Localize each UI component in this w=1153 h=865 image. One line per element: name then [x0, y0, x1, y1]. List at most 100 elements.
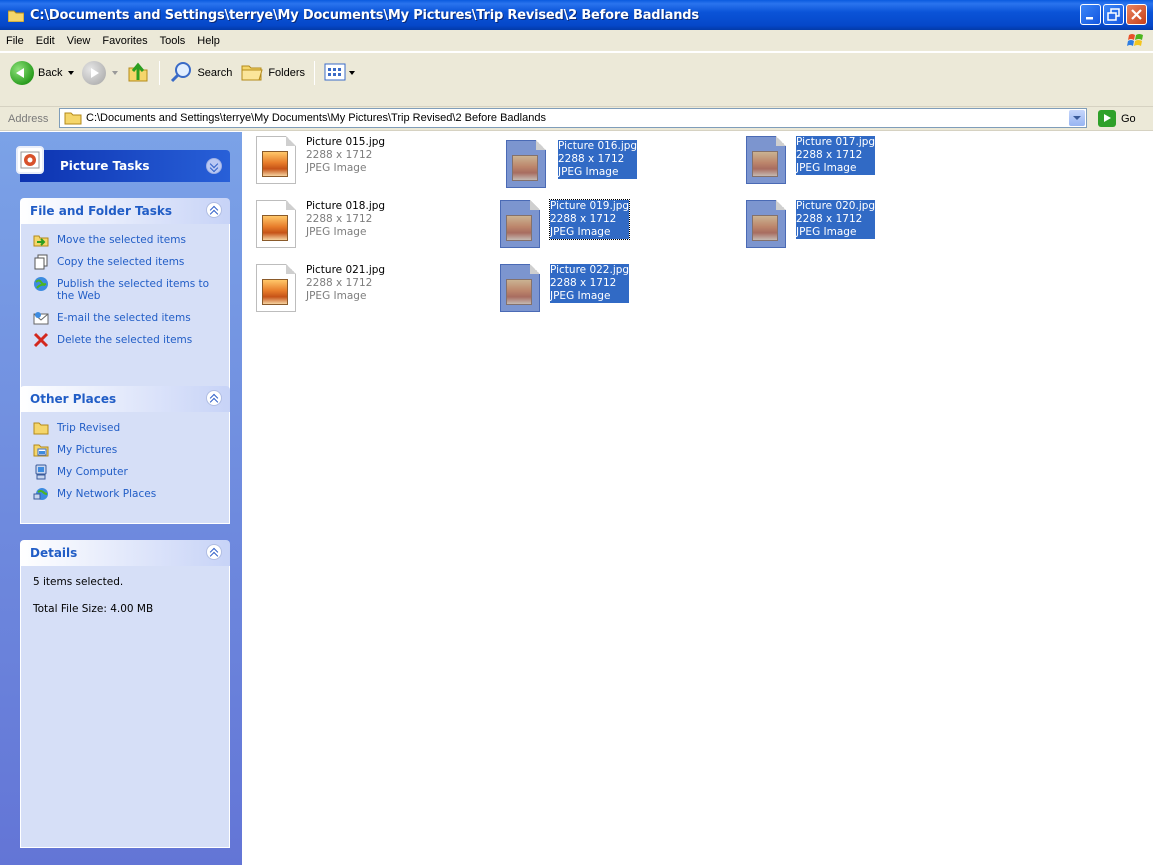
back-button[interactable]: Back: [6, 59, 78, 87]
forward-arrow-icon: [82, 61, 107, 85]
my-network-places-label: My Network Places: [57, 488, 157, 500]
file-folder-tasks-panel: File and Folder Tasks Move the selected …: [20, 198, 230, 392]
menu-file[interactable]: File: [0, 30, 30, 52]
up-folder-icon: [126, 60, 150, 87]
collapse-chevron-icon[interactable]: [206, 202, 222, 218]
file-item-selected[interactable]: Picture 016.jpg 2288 x 1712 JPEG Image: [506, 140, 638, 188]
folders-icon: [240, 61, 264, 86]
address-bar: Address C:\Documents and Settings\terrye…: [0, 107, 1153, 131]
forward-button[interactable]: [78, 59, 122, 87]
file-dimensions: 2288 x 1712: [306, 213, 373, 225]
menu-favorites[interactable]: Favorites: [96, 30, 153, 52]
jpeg-file-icon: [746, 136, 786, 184]
jpeg-file-icon: [746, 200, 786, 248]
file-item[interactable]: Picture 018.jpg 2288 x 1712 JPEG Image: [256, 200, 385, 248]
minimize-button[interactable]: [1080, 4, 1101, 25]
file-name: Picture 016.jpg: [558, 140, 638, 152]
email-items-label: E-mail the selected items: [57, 312, 191, 324]
my-network-places-link[interactable]: My Network Places: [33, 486, 219, 508]
details-panel: Details 5 items selected. Total File Siz…: [20, 540, 230, 848]
delete-items-label: Delete the selected items: [57, 334, 193, 346]
copy-icon: [33, 254, 49, 270]
views-button[interactable]: [320, 59, 359, 87]
file-name: Picture 020.jpg: [796, 200, 876, 212]
move-items-link[interactable]: Move the selected items: [33, 232, 219, 254]
collapse-chevron-icon[interactable]: [206, 544, 222, 560]
file-meta: Picture 022.jpg 2288 x 1712 JPEG Image: [550, 264, 630, 303]
delete-items-link[interactable]: Delete the selected items: [33, 332, 219, 354]
file-list-view[interactable]: Picture 015.jpg 2288 x 1712 JPEG Image P…: [242, 132, 1153, 865]
file-meta: Picture 016.jpg 2288 x 1712 JPEG Image: [558, 140, 638, 179]
my-computer-icon: [33, 464, 49, 480]
menu-bar: File Edit View Favorites Tools Help: [0, 30, 1153, 52]
views-icon: [324, 62, 346, 85]
file-type: JPEG Image: [796, 162, 857, 174]
my-computer-label: My Computer: [57, 466, 128, 478]
toolbar: Back Search Folders: [0, 52, 1153, 107]
title-bar[interactable]: C:\Documents and Settings\terrye\My Docu…: [0, 0, 1153, 30]
folders-button[interactable]: Folders: [236, 59, 309, 87]
restore-button[interactable]: [1103, 4, 1124, 25]
views-dropdown-icon[interactable]: [349, 71, 356, 75]
jpeg-file-icon: [256, 264, 296, 312]
forward-dropdown-icon[interactable]: [112, 71, 119, 75]
address-dropdown-icon[interactable]: [1069, 110, 1085, 126]
menu-tools[interactable]: Tools: [154, 30, 192, 52]
collapse-chevron-icon[interactable]: [206, 390, 222, 406]
file-item-selected[interactable]: Picture 020.jpg 2288 x 1712 JPEG Image: [746, 200, 876, 248]
file-meta: Picture 020.jpg 2288 x 1712 JPEG Image: [796, 200, 876, 239]
go-arrow-icon: [1098, 110, 1116, 127]
jpeg-file-icon: [500, 264, 540, 312]
file-folder-tasks-title: File and Folder Tasks: [30, 204, 173, 218]
file-item-selected[interactable]: Picture 017.jpg 2288 x 1712 JPEG Image: [746, 136, 876, 184]
menu-view[interactable]: View: [61, 30, 97, 52]
file-item-selected[interactable]: Picture 019.jpg 2288 x 1712 JPEG Image: [500, 199, 631, 248]
other-places-title: Other Places: [30, 392, 117, 406]
file-meta: Picture 018.jpg 2288 x 1712 JPEG Image: [306, 200, 385, 239]
trip-revised-link[interactable]: Trip Revised: [33, 420, 219, 442]
selected-count-text: 5 items selected.: [33, 576, 124, 588]
jpeg-file-icon: [506, 140, 546, 188]
other-places-header[interactable]: Other Places: [20, 386, 230, 412]
file-item[interactable]: Picture 021.jpg 2288 x 1712 JPEG Image: [256, 264, 385, 312]
search-button[interactable]: Search: [165, 59, 236, 87]
address-input[interactable]: C:\Documents and Settings\terrye\My Docu…: [59, 108, 1087, 128]
my-pictures-label: My Pictures: [57, 444, 118, 456]
file-folder-tasks-header[interactable]: File and Folder Tasks: [20, 198, 230, 224]
email-items-link[interactable]: E-mail the selected items: [33, 310, 219, 332]
copy-items-label: Copy the selected items: [57, 256, 185, 268]
publish-web-link[interactable]: Publish the selected items to the Web: [33, 276, 219, 310]
email-icon: [33, 310, 49, 326]
details-header[interactable]: Details: [20, 540, 230, 566]
folder-icon: [7, 9, 25, 22]
total-size-text: Total File Size: 4.00 MB: [33, 603, 154, 615]
file-meta: Picture 021.jpg 2288 x 1712 JPEG Image: [306, 264, 385, 303]
file-type: JPEG Image: [550, 290, 611, 302]
file-meta: Picture 017.jpg 2288 x 1712 JPEG Image: [796, 136, 876, 175]
up-folder-button[interactable]: [122, 59, 154, 87]
file-type: JPEG Image: [306, 290, 367, 302]
delete-icon: [33, 332, 49, 348]
picture-tasks-header[interactable]: Picture Tasks: [16, 146, 230, 182]
file-dimensions: 2288 x 1712: [558, 153, 625, 165]
menu-help[interactable]: Help: [191, 30, 226, 52]
close-button[interactable]: [1126, 4, 1147, 25]
address-label: Address: [8, 112, 49, 125]
go-button[interactable]: Go: [1098, 110, 1136, 127]
menu-edit[interactable]: Edit: [30, 30, 61, 52]
file-item-selected[interactable]: Picture 022.jpg 2288 x 1712 JPEG Image: [500, 264, 630, 312]
copy-items-link[interactable]: Copy the selected items: [33, 254, 219, 276]
expand-chevron-icon[interactable]: [206, 158, 222, 174]
file-dimensions: 2288 x 1712: [306, 277, 373, 289]
file-item[interactable]: Picture 015.jpg 2288 x 1712 JPEG Image: [256, 136, 385, 184]
details-body: 5 items selected. Total File Size: 4.00 …: [20, 566, 230, 848]
windows-logo-icon: [1127, 32, 1145, 50]
my-pictures-link[interactable]: My Pictures: [33, 442, 219, 464]
back-dropdown-icon[interactable]: [68, 71, 75, 75]
file-dimensions: 2288 x 1712: [306, 149, 373, 161]
my-computer-link[interactable]: My Computer: [33, 464, 219, 486]
file-dimensions: 2288 x 1712: [550, 277, 617, 289]
search-icon: [169, 60, 193, 87]
move-items-label: Move the selected items: [57, 234, 186, 246]
back-arrow-icon: [10, 61, 34, 85]
